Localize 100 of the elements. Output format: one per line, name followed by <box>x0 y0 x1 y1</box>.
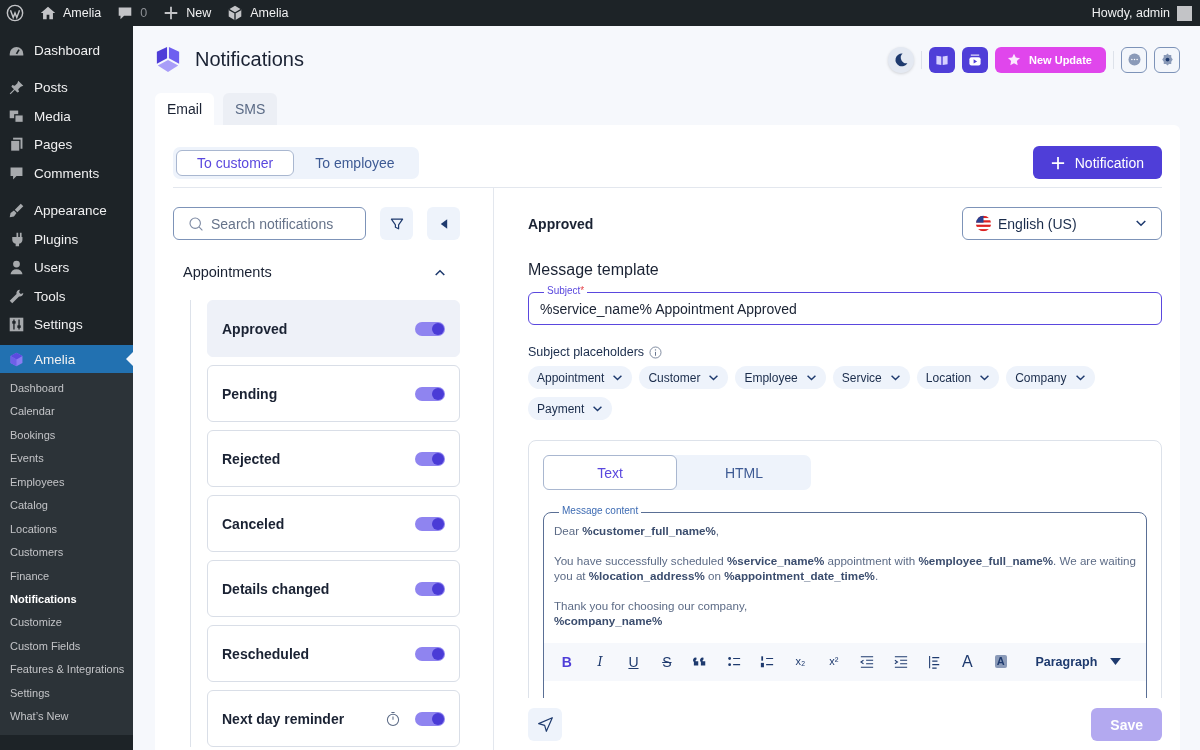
menu-item[interactable]: Tools <box>0 282 133 311</box>
caret-down-icon <box>1109 657 1123 666</box>
admin-bar-link[interactable]: Amelia <box>39 4 102 22</box>
admin-bar-link[interactable]: New <box>162 4 212 22</box>
submenu-item[interactable]: Locations <box>0 517 133 542</box>
format-tab[interactable]: HTML <box>677 455 811 490</box>
channel-tab[interactable]: Email <box>155 93 214 125</box>
menu-item[interactable]: Posts <box>0 73 133 102</box>
toggle-switch[interactable] <box>415 646 445 661</box>
block-format-dropdown[interactable]: Paragraph <box>1035 654 1123 669</box>
triangle-left-icon <box>439 217 448 230</box>
toggle-switch[interactable] <box>415 581 445 596</box>
submenu-item[interactable]: What’s New <box>0 705 133 729</box>
home-icon <box>39 4 57 22</box>
notification-item[interactable]: Details changed <box>207 560 460 617</box>
bold-button[interactable]: B <box>550 646 584 677</box>
placeholder-dropdown[interactable]: Payment <box>528 397 613 420</box>
search-icon <box>188 216 204 232</box>
message-text: Thank you for choosing our company, <box>554 598 748 612</box>
field-label: Subject* <box>544 285 588 297</box>
submenu-item[interactable]: Events <box>0 447 133 471</box>
dark-mode-button[interactable] <box>888 46 915 73</box>
strike-button[interactable]: S <box>650 646 684 677</box>
send-test-button[interactable] <box>528 708 562 741</box>
admin-bar-link[interactable]: 0 <box>116 4 148 22</box>
notification-item[interactable]: Rejected <box>207 430 460 487</box>
menu-item[interactable]: Amelia <box>0 345 133 373</box>
notification-item[interactable]: Next day reminder <box>207 690 460 747</box>
channel-tab[interactable]: SMS <box>223 93 278 125</box>
menu-item[interactable]: Users <box>0 253 133 282</box>
admin-bar-link[interactable]: Amelia <box>226 4 289 22</box>
submenu-item[interactable]: Finance <box>0 564 133 588</box>
toggle-switch[interactable] <box>415 386 445 401</box>
placeholder-dropdown[interactable]: Location <box>916 366 1000 389</box>
indent-icon <box>893 654 908 669</box>
menu-item[interactable]: Media <box>0 102 133 131</box>
notification-item[interactable]: Approved <box>207 300 460 357</box>
group-header[interactable]: Appointments <box>173 260 460 284</box>
cube-icon <box>8 350 25 368</box>
toggle-switch[interactable] <box>415 451 445 466</box>
placeholders-label: Subject placeholders <box>528 345 645 359</box>
collapse-button[interactable] <box>427 207 460 240</box>
page-title: Notifications <box>195 48 304 71</box>
submenu-item[interactable]: Notifications <box>0 587 133 612</box>
submenu-item[interactable]: Features & Integrations <box>0 658 133 682</box>
submenu-item[interactable]: Dashboard <box>0 377 133 401</box>
placeholder-dropdown[interactable]: Service <box>832 366 910 389</box>
menu-item[interactable]: Comments <box>0 159 133 188</box>
notification-item[interactable]: Rescheduled <box>207 625 460 682</box>
superscript-button[interactable]: x² <box>817 646 851 677</box>
chevron-down-icon <box>979 373 991 382</box>
settings-button[interactable] <box>1154 46 1180 73</box>
menu-item[interactable]: Settings <box>0 310 133 339</box>
toggle-switch[interactable] <box>415 321 445 336</box>
menu-item[interactable]: Dashboard <box>0 36 133 65</box>
filter-button[interactable] <box>380 207 413 240</box>
avatar-icon[interactable] <box>1177 5 1192 21</box>
submenu-item[interactable]: Custom Fields <box>0 634 133 659</box>
submenu-item[interactable]: Customers <box>0 541 133 565</box>
submenu-item[interactable]: Bookings <box>0 423 133 448</box>
menu-item[interactable]: Pages <box>0 130 133 159</box>
chevron-up-icon <box>434 267 446 277</box>
language-select[interactable]: English (US) <box>962 207 1162 240</box>
chat-button[interactable] <box>1121 46 1147 73</box>
underline-button[interactable]: U <box>616 646 651 677</box>
add-notification-button[interactable]: Notification <box>1032 146 1162 179</box>
toggle-switch[interactable] <box>415 711 445 726</box>
placeholder-dropdown[interactable]: Company <box>1006 366 1095 389</box>
submenu-item[interactable]: Catalog <box>0 494 133 518</box>
toggle-switch[interactable] <box>415 516 445 531</box>
text-color-button[interactable]: A <box>950 646 985 677</box>
notification-item[interactable]: Pending <box>207 365 460 422</box>
placeholder-dropdown[interactable]: Employee <box>735 366 826 389</box>
cube-logo-icon <box>155 45 181 74</box>
sliders-icon <box>8 316 25 334</box>
recipient-tab[interactable]: To employee <box>294 149 416 176</box>
placeholder-dropdown[interactable]: Customer <box>639 366 729 389</box>
italic-button[interactable]: I <box>583 646 617 677</box>
align-icon <box>927 654 941 669</box>
video-icon <box>968 52 983 67</box>
greeting[interactable]: Howdy, admin <box>1091 6 1170 20</box>
submenu-item[interactable]: Settings <box>0 681 133 706</box>
submenu-item[interactable]: Calendar <box>0 400 133 424</box>
submenu-item[interactable]: Customize <box>0 611 133 635</box>
chevron-down-icon <box>1135 219 1147 228</box>
subscript-button[interactable]: x₂ <box>783 646 818 677</box>
placeholder-dropdown[interactable]: Appointment <box>528 366 633 389</box>
guide-button[interactable] <box>929 46 956 73</box>
recipient-tab[interactable]: To customer <box>176 149 295 176</box>
menu-item[interactable]: Appearance <box>0 196 133 225</box>
moon-icon <box>893 51 910 68</box>
notification-item[interactable]: Canceled <box>207 495 460 552</box>
submenu-item[interactable]: Employees <box>0 470 133 495</box>
search-field[interactable]: Search notifications <box>173 207 366 240</box>
highlight-button[interactable]: A <box>984 646 1018 677</box>
section-heading: Message template <box>528 261 660 279</box>
format-tab[interactable]: Text <box>543 455 677 490</box>
video-button[interactable] <box>962 46 989 73</box>
numbered-list-icon <box>760 654 775 669</box>
menu-item[interactable]: Plugins <box>0 225 133 254</box>
